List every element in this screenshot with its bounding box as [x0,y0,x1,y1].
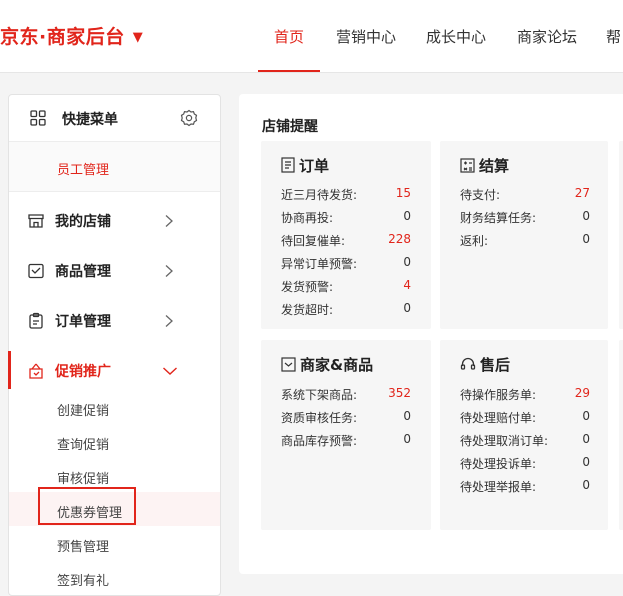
brand-title: 京东·商家后台 [0,26,125,48]
submenu-presale-management[interactable]: 预售管理 [57,536,109,555]
value: 352 [388,386,411,400]
nav-active-indicator [258,70,320,72]
aftersale-row-cancel-orders[interactable]: 待处理取消订单: 0 [460,432,590,449]
store-reminder-panel: 店铺提醒 订单 近三月待发货: 15 协商再投: 0 待回复催单: 228 异常订单预… [239,94,623,574]
menu-label: 商品管理 [55,264,111,280]
value: 0 [403,432,411,446]
value: 15 [395,186,411,200]
value: 27 [574,186,590,200]
nav-help[interactable]: 帮 [606,26,621,47]
value: 228 [388,232,411,246]
settlement-card: 结算 待支付: 27 财务结算任务: 0 返利: 0 [440,141,608,329]
sidebar-item-my-store[interactable]: 我的店铺 [9,201,220,241]
merchant-row-qualification-review[interactable]: 资质审核任务: 0 [281,409,411,426]
chevron-down-icon [162,363,178,382]
top-navigation-bar: 京东·商家后台 ▼ 首页 营销中心 成长中心 商家论坛 帮 [0,0,623,73]
nav-growth-center[interactable]: 成长中心 [426,26,486,47]
order-row-pending-shipment[interactable]: 近三月待发货: 15 [281,186,411,203]
order-row-reminder-reply[interactable]: 待回复催单: 228 [281,232,411,249]
value: 4 [403,278,411,292]
submenu-query-promotion[interactable]: 查询促销 [57,434,109,453]
order-row-negotiation[interactable]: 协商再投: 0 [281,209,411,226]
quick-menu-header: 快捷菜单 [9,95,220,142]
sidebar-item-order-management[interactable]: 订单管理 [9,301,220,341]
product-icon [27,262,45,284]
quick-menu-title: 快捷菜单 [62,112,118,128]
sidebar: 快捷菜单 员工管理 我的店铺 商品管理 订单管理 促销推广 创建促销 查询促销 … [8,94,221,596]
menu-label: 我的店铺 [55,214,111,230]
inbox-icon [281,357,296,376]
value: 29 [574,386,590,400]
aftersale-card: 售后 待操作服务单: 29 待处理赔付单: 0 待处理取消订单: 0 待处理投诉单: 0… [440,340,608,530]
active-menu-indicator [8,351,11,389]
calculator-icon [460,158,475,177]
nav-merchant-forum[interactable]: 商家论坛 [517,26,577,47]
order-row-shipment-timeout[interactable]: 发货超时: 0 [281,301,411,318]
merchant-row-delisted-products[interactable]: 系统下架商品: 352 [281,386,411,403]
nav-home[interactable]: 首页 [274,26,304,47]
store-icon [27,212,45,234]
value: 0 [403,301,411,315]
merchant-row-stock-warning[interactable]: 商品库存预警: 0 [281,432,411,449]
headset-icon [460,356,476,376]
sidebar-item-product-management[interactable]: 商品管理 [9,251,220,291]
menu-label: 促销推广 [55,364,111,380]
merchant-product-card: 商家&商品 系统下架商品: 352 资质审核任务: 0 商品库存预警: 0 [261,340,431,530]
order-card: 订单 近三月待发货: 15 协商再投: 0 待回复催单: 228 异常订单预警: 0 发… [261,141,431,329]
aftersale-row-compensation[interactable]: 待处理赔付单: 0 [460,409,590,426]
gear-icon[interactable] [180,109,198,131]
offscreen-card [619,340,623,530]
settlement-row-rebate[interactable]: 返利: 0 [460,232,590,249]
coupon-management-highlight-box [38,487,136,525]
nav-marketing-center[interactable]: 营销中心 [336,26,396,47]
submenu-checkin-gift[interactable]: 签到有礼 [57,570,109,589]
offscreen-card [619,141,623,329]
menu-label: 订单管理 [55,314,111,330]
card-title: 结算 [460,155,509,177]
chevron-right-icon [162,313,176,332]
panel-title: 店铺提醒 [262,119,318,135]
order-icon [27,312,45,334]
promotion-icon [27,362,45,384]
submenu-create-promotion[interactable]: 创建促销 [57,400,109,419]
submenu-review-promotion[interactable]: 审核促销 [57,468,109,487]
value: 0 [582,409,590,423]
value: 0 [403,409,411,423]
chevron-right-icon [162,263,176,282]
value: 0 [582,432,590,446]
settlement-row-pending-payment[interactable]: 待支付: 27 [460,186,590,203]
brand-logo[interactable]: 京东·商家后台 ▼ [0,22,143,49]
value: 0 [582,455,590,469]
aftersale-row-reports[interactable]: 待处理举报单: 0 [460,478,590,495]
quick-item-staff-management[interactable]: 员工管理 [57,159,109,178]
settlement-row-finance-task[interactable]: 财务结算任务: 0 [460,209,590,226]
quick-menu-body: 员工管理 [9,142,220,192]
aftersale-row-service-orders[interactable]: 待操作服务单: 29 [460,386,590,403]
card-title: 商家&商品 [281,354,373,376]
order-row-abnormal-warning[interactable]: 异常订单预警: 0 [281,255,411,272]
card-title: 售后 [460,354,510,376]
value: 0 [582,209,590,223]
aftersale-row-complaints[interactable]: 待处理投诉单: 0 [460,455,590,472]
order-row-shipment-warning[interactable]: 发货预警: 4 [281,278,411,295]
value: 0 [582,478,590,492]
document-icon [281,157,295,177]
value: 0 [403,255,411,269]
brand-dropdown-icon[interactable]: ▼ [133,30,144,45]
chevron-right-icon [162,213,176,232]
grid-icon [30,110,46,130]
card-title: 订单 [281,155,329,177]
value: 0 [403,209,411,223]
sidebar-item-promotion[interactable]: 促销推广 [8,351,220,391]
value: 0 [582,232,590,246]
